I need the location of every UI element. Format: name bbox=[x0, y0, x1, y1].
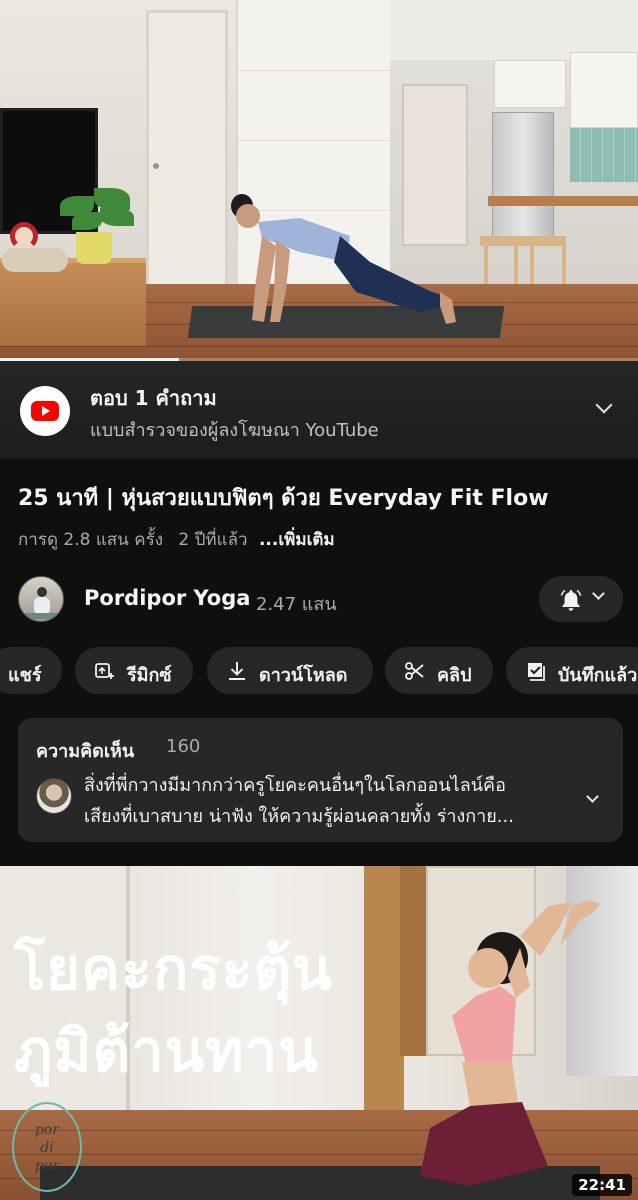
channel-avatar[interactable] bbox=[18, 576, 64, 622]
upload-age: 2 ปีที่แล้ว bbox=[178, 530, 248, 550]
download-label: ดาวน์โหลด bbox=[259, 665, 348, 686]
clip-button[interactable]: คลิป bbox=[385, 647, 493, 694]
chevron-down-icon bbox=[592, 587, 605, 600]
comments-count: 160 bbox=[166, 736, 201, 757]
subscriber-count: 2.47 แสน bbox=[256, 594, 337, 615]
chevron-down-icon[interactable] bbox=[595, 396, 613, 414]
bell-icon bbox=[560, 589, 582, 611]
youtube-logo-icon bbox=[20, 386, 70, 436]
comments-heading: ความคิดเห็น bbox=[36, 741, 135, 762]
survey-title: ตอบ 1 คำถาม bbox=[90, 386, 217, 410]
view-count: การดู 2.8 แสน ครั้ง bbox=[18, 530, 164, 550]
next-video-thumbnail[interactable]: โยคะกระตุ้น ภูมิต้านทาน por di por 22:41 bbox=[0, 866, 638, 1200]
save-label: บันทึกแล้ว bbox=[558, 665, 638, 686]
video-title[interactable]: 25 นาที | หุ่นสวยแบบฟิตๆ ด้วย Everyday F… bbox=[18, 480, 628, 515]
video-player[interactable] bbox=[0, 0, 638, 361]
clip-label: คลิป bbox=[437, 665, 472, 686]
ad-survey-card[interactable]: ตอบ 1 คำถาม แบบสำรวจของผู้ลงโฆษณา YouTub… bbox=[0, 361, 638, 459]
share-label: แชร์ bbox=[8, 665, 42, 686]
yoga-instructor bbox=[231, 194, 456, 324]
remix-label: รีมิกซ์ bbox=[127, 665, 172, 686]
video-metadata[interactable]: การดู 2.8 แสน ครั้ง 2 ปีที่แล้ว ...เพิ่ม… bbox=[18, 526, 335, 553]
channel-name[interactable]: Pordipor Yoga bbox=[84, 586, 250, 610]
download-button[interactable]: ดาวน์โหลด bbox=[207, 647, 373, 694]
download-icon bbox=[229, 662, 245, 680]
thumbnail-title-line2: ภูมิต้านทาน bbox=[14, 1017, 319, 1085]
scissors-icon bbox=[405, 662, 424, 680]
notification-bell-button[interactable] bbox=[539, 576, 623, 622]
comments-section[interactable]: ความคิดเห็น 160 สิ่งที่พี่กวางมีมากกว่าค… bbox=[18, 718, 623, 842]
share-button[interactable]: แชร์ bbox=[0, 647, 62, 694]
saved-playlist-icon bbox=[528, 663, 545, 681]
save-button[interactable]: บันทึกแล้ว bbox=[506, 647, 638, 694]
pordipor-logo: por di por bbox=[12, 1102, 82, 1192]
survey-subtitle: แบบสำรวจของผู้ลงโฆษณา YouTube bbox=[90, 420, 379, 441]
commenter-avatar bbox=[36, 778, 72, 814]
remix-icon bbox=[95, 663, 114, 679]
chevron-down-icon[interactable] bbox=[586, 790, 599, 803]
more-link[interactable]: ...เพิ่มเติม bbox=[259, 530, 335, 550]
top-comment-text: สิ่งที่พี่กวางมีมากกว่าครูโยคะคนอื่นๆในโ… bbox=[84, 775, 514, 827]
remix-button[interactable]: รีมิกซ์ bbox=[75, 647, 193, 694]
thumbnail-title-line1: โยคะกระตุ้น bbox=[14, 935, 333, 1003]
video-duration-badge: 22:41 bbox=[572, 1174, 632, 1196]
